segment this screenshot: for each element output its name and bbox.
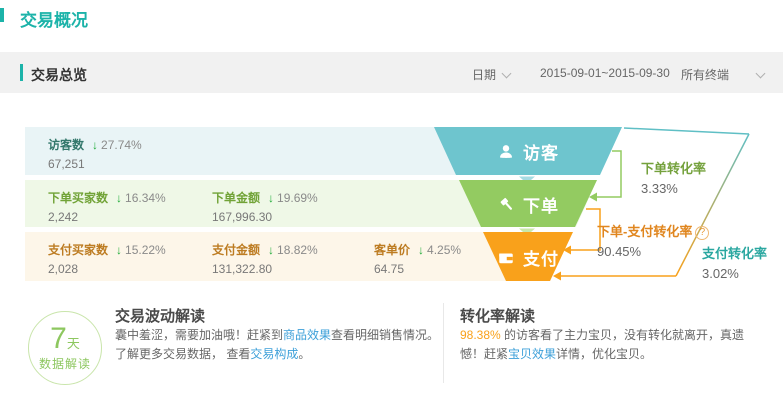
metric-label: 支付金额 <box>212 243 260 257</box>
trade-composition-link[interactable]: 交易构成 <box>250 347 298 361</box>
stage-label: 下单 <box>523 192 559 217</box>
transaction-overview-page: 交易概况 交易总览 日期 2015-09-01~2015-09-30 所有终端 … <box>0 0 783 401</box>
date-filter-label: 日期 <box>472 68 496 82</box>
decrease-arrow-icon: ↓ <box>92 138 98 152</box>
metric-delta: 4.25% <box>427 243 461 257</box>
pay-conversion-rate: 支付转化率 3.02% <box>702 243 767 281</box>
wallet-icon <box>497 249 515 267</box>
metric-value: 67,251 <box>48 157 142 171</box>
conversion-text: 98.38% 的访客看了主力宝贝，没有转化就离开，真遗憾！赶紧宝贝效果详情，优化… <box>460 326 768 364</box>
rate-label: 支付转化率 <box>702 243 767 262</box>
chevron-down-icon <box>756 69 766 79</box>
product-effect-link[interactable]: 商品效果 <box>283 328 331 342</box>
pay-rate-connector-line <box>624 128 749 134</box>
decrease-arrow-icon: ↓ <box>418 243 424 257</box>
badge-number-line: 7天 <box>50 325 80 353</box>
badge-number: 7 <box>50 322 67 355</box>
seven-day-badge: 7天 数据解读 <box>28 311 102 385</box>
text: 囊中羞涩，需要加油哦！赶紧到 <box>115 328 283 342</box>
funnel-label-visitor: 访客 <box>458 139 598 164</box>
metric-price-per-customer: 客单价 ↓4.25% 64.75 <box>374 241 461 276</box>
terminal-filter-dropdown[interactable]: 所有终端 <box>681 66 764 83</box>
rate-value: 3.02% <box>702 266 767 281</box>
gavel-icon <box>497 196 515 214</box>
metric-delta: 19.69% <box>277 191 318 205</box>
conversion-heading: 转化率解读 <box>460 305 535 326</box>
rate-value: 3.33% <box>641 181 706 196</box>
metric-value: 2,028 <box>48 262 166 276</box>
metric-order-amount: 下单金额 ↓19.69% 167,996.30 <box>212 189 318 224</box>
trade-fluctuation-heading: 交易波动解读 <box>115 305 205 326</box>
funnel-label-order: 下单 <box>458 192 598 217</box>
order-conversion-rate: 下单转化率 3.33% <box>641 158 706 196</box>
metric-delta: 16.34% <box>125 191 166 205</box>
stage-label: 访客 <box>523 139 559 164</box>
metric-value: 64.75 <box>374 262 461 276</box>
rate-label: 下单-支付转化率? <box>597 221 709 240</box>
section-header-bar: 交易总览 日期 2015-09-01~2015-09-30 所有终端 <box>0 52 783 93</box>
page-accent-mark <box>0 8 4 22</box>
metric-label: 客单价 <box>374 243 410 257</box>
person-icon <box>497 143 515 161</box>
rate-label-text: 下单-支付转化率 <box>597 224 692 239</box>
terminal-filter-label: 所有终端 <box>681 68 729 82</box>
decrease-arrow-icon: ↓ <box>116 191 122 205</box>
metric-order-buyers: 下单买家数 ↓16.34% 2,242 <box>48 189 166 224</box>
highlight-percent: 98.38% <box>460 328 501 342</box>
page-title: 交易概况 <box>20 6 88 31</box>
help-question-icon[interactable]: ? <box>695 226 709 240</box>
text: 查看明细销售情况。 <box>331 328 439 342</box>
metric-delta: 15.22% <box>125 243 166 257</box>
order-pay-conversion-rate: 下单-支付转化率? 90.45% <box>597 221 709 259</box>
metric-delta: 18.82% <box>277 243 318 257</box>
metric-value: 131,322.80 <box>212 262 318 276</box>
metric-delta: 27.74% <box>101 138 142 152</box>
funnel-label-pay: 支付 <box>458 245 598 270</box>
trade-fluctuation-line1: 囊中羞涩，需要加油哦！赶紧到商品效果查看明细销售情况。 <box>115 326 439 345</box>
metric-value: 167,996.30 <box>212 210 318 224</box>
metric-value: 2,242 <box>48 210 166 224</box>
metric-pay-amount: 支付金额 ↓18.82% 131,322.80 <box>212 241 318 276</box>
date-filter-dropdown[interactable]: 日期 <box>472 66 510 83</box>
item-effect-link[interactable]: 宝贝效果 <box>508 347 556 361</box>
rate-label: 下单转化率 <box>641 158 706 177</box>
insights-divider <box>443 303 444 383</box>
metric-label: 支付买家数 <box>48 243 108 257</box>
stage-label: 支付 <box>523 245 559 270</box>
section-title: 交易总览 <box>31 65 87 85</box>
rate-value: 90.45% <box>597 244 709 259</box>
text: 详情，优化宝贝。 <box>556 347 652 361</box>
metric-pay-buyers: 支付买家数 ↓15.22% 2,028 <box>48 241 166 276</box>
text: 。 <box>298 347 310 361</box>
date-range-value[interactable]: 2015-09-01~2015-09-30 <box>540 66 670 80</box>
trade-fluctuation-line2: 了解更多交易数据， 查看交易构成。 <box>115 345 310 364</box>
metric-visitors: 访客数 ↓27.74% 67,251 <box>48 136 142 171</box>
metric-label: 访客数 <box>48 138 84 152</box>
metric-label: 下单金额 <box>212 191 260 205</box>
badge-unit: 天 <box>67 336 80 351</box>
decrease-arrow-icon: ↓ <box>268 243 274 257</box>
text: 了解更多交易数据， 查看 <box>115 347 250 361</box>
chevron-down-icon <box>502 69 512 79</box>
decrease-arrow-icon: ↓ <box>116 243 122 257</box>
arrow-left-icon <box>553 272 561 281</box>
section-accent-bar <box>20 64 23 81</box>
decrease-arrow-icon: ↓ <box>268 191 274 205</box>
metric-label: 下单买家数 <box>48 191 108 205</box>
badge-caption: 数据解读 <box>39 355 91 372</box>
